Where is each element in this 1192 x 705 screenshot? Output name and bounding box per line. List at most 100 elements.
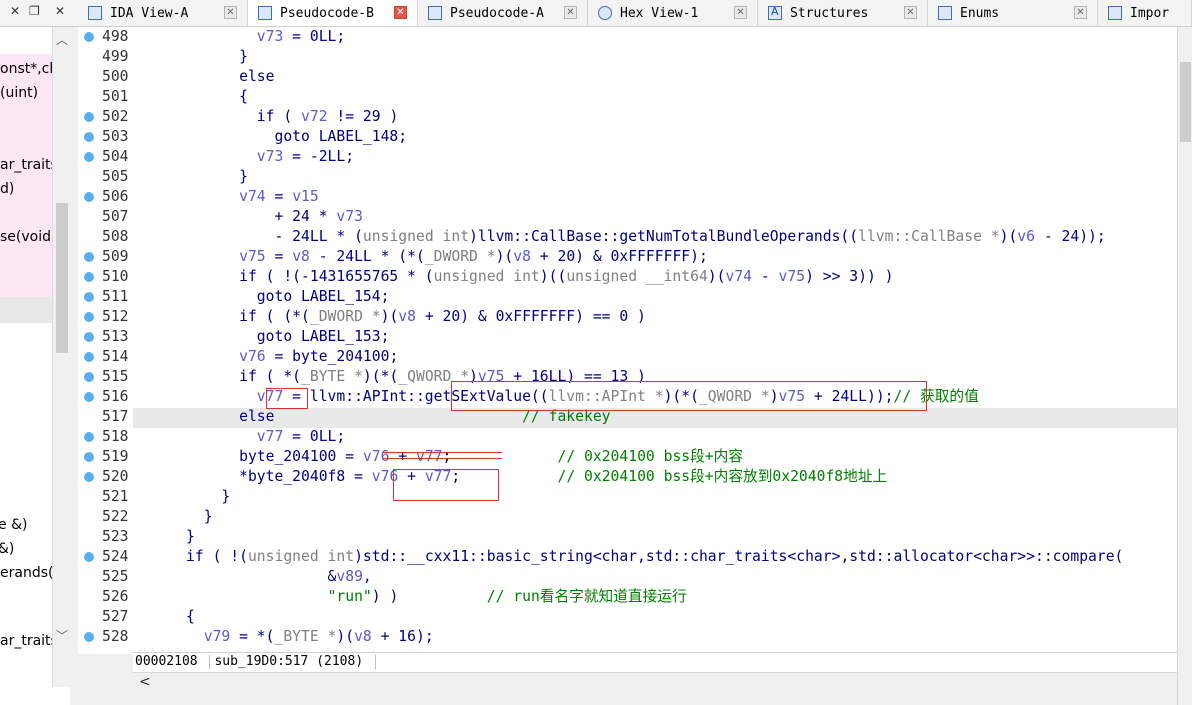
code-line[interactable]: v73 = 0LL;: [133, 27, 345, 47]
code-variable: v15: [292, 188, 319, 205]
scroll-down-icon[interactable]: ﹀: [56, 627, 68, 644]
code-token: if ( *(: [133, 368, 302, 385]
code-line[interactable]: v79 = *(_BYTE *)(v8 + 16);: [133, 627, 434, 647]
code-line[interactable]: *byte_2040f8 = v76 + v77; // 0x204100 bs…: [133, 467, 887, 487]
horizontal-scrollbar[interactable]: <: [133, 672, 1177, 693]
close-panel-icon[interactable]: ✕: [55, 4, 65, 18]
breakpoint-dot-icon[interactable]: [84, 252, 94, 262]
code-line[interactable]: v77 = 0LL;: [133, 427, 345, 447]
breakpoint-dot-icon[interactable]: [84, 112, 94, 122]
code-line[interactable]: + 24 * v73: [133, 207, 362, 227]
tab-structures[interactable]: Structures ✕: [758, 0, 928, 26]
code-line[interactable]: if ( (*(_DWORD *)(v8 + 20) & 0xFFFFFFF) …: [133, 307, 646, 327]
structures-icon: [768, 5, 782, 20]
function-list-item[interactable]: onst*,ch: [0, 61, 58, 77]
code-line[interactable]: }: [133, 527, 195, 547]
code-token: else: [133, 68, 275, 85]
breakpoint-dot-icon[interactable]: [84, 472, 94, 482]
breakpoint-dot-icon[interactable]: [84, 192, 94, 202]
breakpoint-dot-icon[interactable]: [84, 292, 94, 302]
breakpoint-dot-icon[interactable]: [84, 372, 94, 382]
vertical-scroll-thumb[interactable]: [1180, 62, 1191, 142]
code-line[interactable]: v76 = byte_204100;: [133, 347, 398, 367]
scroll-left-icon[interactable]: <: [139, 674, 151, 690]
tab-pseudocode-b[interactable]: Pseudocode-B ✕: [248, 0, 418, 26]
function-list-item[interactable]: ar_traits: [0, 633, 58, 649]
code-token: }: [133, 508, 213, 525]
code-token: )(: [707, 268, 726, 285]
close-window-icon[interactable]: ✕: [10, 4, 20, 18]
pseudocode-editor[interactable]: v73 = 0LL; } else { if ( v72 != 29 ) got…: [133, 27, 1177, 654]
breakpoint-dot-icon[interactable]: [84, 452, 94, 462]
code-line[interactable]: }: [133, 47, 248, 67]
tab-close-icon[interactable]: ✕: [394, 6, 407, 19]
tab-close-icon[interactable]: ✕: [734, 6, 747, 19]
tab-pseudocode-a[interactable]: Pseudocode-A ✕: [418, 0, 588, 26]
code-line[interactable]: - 24LL * (unsigned int)llvm::CallBase::g…: [133, 227, 1105, 247]
code-token: goto LABEL_153;: [133, 328, 390, 345]
functions-scroll-thumb[interactable]: [56, 203, 68, 353]
breakpoint-dot-icon[interactable]: [84, 352, 94, 362]
breakpoint-dot-icon[interactable]: [84, 632, 94, 642]
tab-hex-view-1[interactable]: Hex View-1 ✕: [588, 0, 758, 26]
code-line[interactable]: }: [133, 507, 213, 527]
tab-impor[interactable]: Impor: [1098, 0, 1192, 26]
restore-window-icon[interactable]: ❐: [29, 4, 40, 18]
function-list-item[interactable]: &): [0, 541, 14, 557]
code-line[interactable]: &v89,: [133, 567, 372, 587]
tab-close-icon[interactable]: ✕: [1074, 6, 1087, 19]
ida-view-icon: [88, 6, 102, 20]
breakpoint-dot-icon[interactable]: [84, 32, 94, 42]
code-line[interactable]: goto LABEL_154;: [133, 287, 390, 307]
code-line[interactable]: }: [133, 167, 248, 187]
code-line[interactable]: goto LABEL_153;: [133, 327, 390, 347]
code-comment: // 0x204100 bss段+内容: [557, 448, 744, 465]
code-line[interactable]: {: [133, 87, 248, 107]
annotation-strike-bottom: [383, 458, 502, 459]
breakpoint-dot-icon[interactable]: [84, 332, 94, 342]
code-line[interactable]: v74 = v15: [133, 187, 319, 207]
code-line[interactable]: "run") ) // run看名字就知道直接运行: [133, 587, 687, 607]
function-list-item[interactable]: d): [0, 181, 14, 197]
line-number: 514: [102, 348, 129, 365]
tab-enums[interactable]: Enums ✕: [928, 0, 1098, 26]
code-variable: v8: [398, 308, 416, 325]
breakpoint-dot-icon[interactable]: [84, 152, 94, 162]
function-list-item[interactable]: (uint): [0, 85, 38, 101]
tab-ida-view-a[interactable]: IDA View-A ✕: [78, 0, 248, 26]
code-line[interactable]: else: [133, 67, 274, 87]
function-list-item[interactable]: ar_traits: [0, 157, 58, 173]
scroll-up-icon[interactable]: ︿: [56, 31, 68, 48]
vertical-scrollbar[interactable]: [1177, 27, 1192, 705]
code-line[interactable]: goto LABEL_148;: [133, 127, 407, 147]
breakpoint-dot-icon[interactable]: [84, 392, 94, 402]
code-line[interactable]: {: [133, 607, 195, 627]
selected-function-row[interactable]: [0, 297, 52, 323]
tab-label: Pseudocode-A: [450, 5, 544, 21]
code-line[interactable]: v73 = -2LL;: [133, 147, 354, 167]
code-line[interactable]: if ( v72 != 29 ): [133, 107, 399, 127]
code-line[interactable]: if ( !(unsigned int)std::__cxx11::basic_…: [133, 547, 1123, 567]
code-line[interactable]: v75 = v8 - 24LL * (*(_DWORD *)(v8 + 20) …: [133, 247, 708, 267]
tab-close-icon[interactable]: ✕: [224, 6, 237, 19]
code-line[interactable]: }: [133, 487, 230, 507]
line-number: 521: [102, 488, 129, 505]
tab-close-icon[interactable]: ✕: [564, 6, 577, 19]
tab-close-icon[interactable]: ✕: [904, 6, 917, 19]
breakpoint-dot-icon[interactable]: [84, 432, 94, 442]
code-line[interactable]: byte_204100 = v76 + v77; // 0x204100 bss…: [133, 447, 743, 467]
function-list-item[interactable]: e &): [0, 517, 27, 533]
breakpoint-dot-icon[interactable]: [84, 272, 94, 282]
status-separator: [209, 654, 211, 669]
line-number: 516: [102, 388, 129, 405]
function-list-item[interactable]: se(void: [0, 229, 51, 245]
line-number: 512: [102, 308, 129, 325]
breakpoint-dot-icon[interactable]: [84, 552, 94, 562]
code-line[interactable]: if ( !(-1431655765 * (unsigned int)((uns…: [133, 267, 893, 287]
breakpoint-dot-icon[interactable]: [84, 132, 94, 142]
code-token: )std::__cxx11::basic_string<char,std::ch…: [354, 548, 1124, 565]
breakpoint-dot-icon[interactable]: [84, 312, 94, 322]
functions-scrollbar[interactable]: ︿ ﹀: [52, 27, 70, 687]
status-bar: 00002108 sub_19D0:517 (2108): [133, 652, 1177, 673]
